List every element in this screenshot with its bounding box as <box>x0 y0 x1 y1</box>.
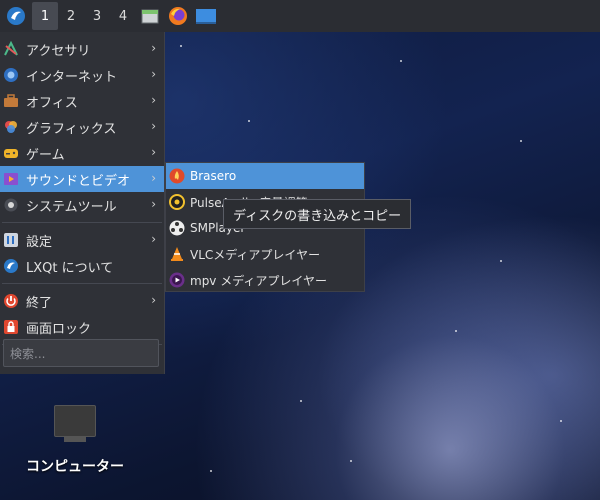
submenu-item-label: VLCメディアプレイヤー <box>190 247 321 262</box>
mpv-icon <box>169 272 185 288</box>
office-icon <box>4 94 18 107</box>
chevron-right-icon: › <box>151 41 156 55</box>
settings-icon <box>4 233 18 247</box>
computer-icon-stand <box>64 437 86 442</box>
lxqt-icon <box>4 259 18 273</box>
workspace-2-button[interactable]: 2 <box>58 2 84 30</box>
menu-item-games[interactable]: ゲーム › <box>0 140 164 166</box>
menu-search-input[interactable]: 検索... <box>3 339 159 367</box>
chevron-right-icon: › <box>151 119 156 133</box>
smplayer-icon <box>169 220 185 236</box>
menu-item-internet[interactable]: インターネット › <box>0 62 164 88</box>
menu-item-office[interactable]: オフィス › <box>0 88 164 114</box>
internet-icon <box>4 68 18 82</box>
graphics-icon <box>5 121 17 133</box>
brasero-tooltip: ディスクの書き込みとコピー <box>223 199 412 229</box>
chevron-right-icon: › <box>151 232 156 246</box>
system-tools-icon <box>4 198 18 212</box>
lxqt-logo-icon <box>7 7 25 25</box>
submenu-item-vlc[interactable]: VLCメディアプレイヤー <box>166 241 364 267</box>
chevron-right-icon: › <box>151 93 156 107</box>
menu-item-accessories[interactable]: アクセサリ › <box>0 36 164 62</box>
menu-item-label: システムツール <box>26 199 117 215</box>
menu-item-label: サウンドとビデオ <box>26 173 131 189</box>
workspace-4-button[interactable]: 4 <box>110 2 136 30</box>
application-menu: アクセサリ › インターネット › オフィス › グラフィックス › ゲーム ›… <box>0 32 165 374</box>
pulseaudio-icon <box>169 194 185 210</box>
accessories-icon <box>4 41 18 56</box>
menu-item-shutdown[interactable]: 終了 › <box>0 288 164 314</box>
show-desktop-button[interactable] <box>192 2 220 30</box>
computer-icon <box>54 405 96 437</box>
menu-item-system-tools[interactable]: システムツール › <box>0 192 164 218</box>
menu-item-about-lxqt[interactable]: LXQt について <box>0 253 164 279</box>
menu-separator <box>2 283 162 284</box>
chevron-right-icon: › <box>151 293 156 307</box>
workspace-1-button[interactable]: 1 <box>32 2 58 30</box>
power-icon <box>4 294 18 308</box>
menu-separator <box>2 222 162 223</box>
submenu-item-mpv[interactable]: mpv メディアプレイヤー <box>166 267 364 293</box>
menu-item-label: 終了 <box>26 295 53 311</box>
games-icon <box>4 149 18 158</box>
chevron-right-icon: › <box>151 145 156 159</box>
desktop-icon-computer[interactable]: コンピューター <box>20 405 130 476</box>
chevron-right-icon: › <box>151 171 156 185</box>
search-placeholder: 検索... <box>10 346 46 361</box>
vlc-icon <box>171 247 183 261</box>
tooltip-text: ディスクの書き込みとコピー <box>233 208 402 224</box>
menu-item-label: 設定 <box>26 234 53 250</box>
menu-item-label: LXQt について <box>26 260 114 276</box>
submenu-item-label: mpv メディアプレイヤー <box>190 273 328 288</box>
chevron-right-icon: › <box>151 67 156 81</box>
menu-item-label: インターネット <box>26 69 118 85</box>
chevron-right-icon: › <box>151 197 156 211</box>
show-desktop-icon <box>196 9 216 24</box>
menu-item-graphics[interactable]: グラフィックス › <box>0 114 164 140</box>
menu-item-label: 画面ロック <box>26 321 92 337</box>
menu-item-label: グラフィックス <box>26 121 117 137</box>
firefox-icon <box>169 7 187 25</box>
sound-video-icon <box>4 173 18 185</box>
menu-item-lock-screen[interactable]: 画面ロック <box>0 314 164 340</box>
desktop-icon-label: コンピューター <box>26 459 124 475</box>
file-manager-icon <box>141 9 159 24</box>
menu-item-label: オフィス <box>26 95 78 111</box>
firefox-launcher[interactable] <box>164 2 192 30</box>
workspace-3-button[interactable]: 3 <box>84 2 110 30</box>
menu-item-label: ゲーム <box>26 147 65 163</box>
submenu-item-brasero[interactable]: Brasero <box>166 163 364 189</box>
start-menu-button[interactable] <box>0 2 32 30</box>
menu-item-sound-video[interactable]: サウンドとビデオ › <box>0 166 164 192</box>
file-manager-launcher[interactable] <box>136 2 164 30</box>
brasero-icon <box>169 168 185 184</box>
menu-item-settings[interactable]: 設定 › <box>0 227 164 253</box>
taskbar: 1 2 3 4 <box>0 0 600 32</box>
submenu-item-label: Brasero <box>190 169 237 183</box>
menu-item-label: アクセサリ <box>26 43 91 59</box>
lock-icon <box>4 320 18 334</box>
